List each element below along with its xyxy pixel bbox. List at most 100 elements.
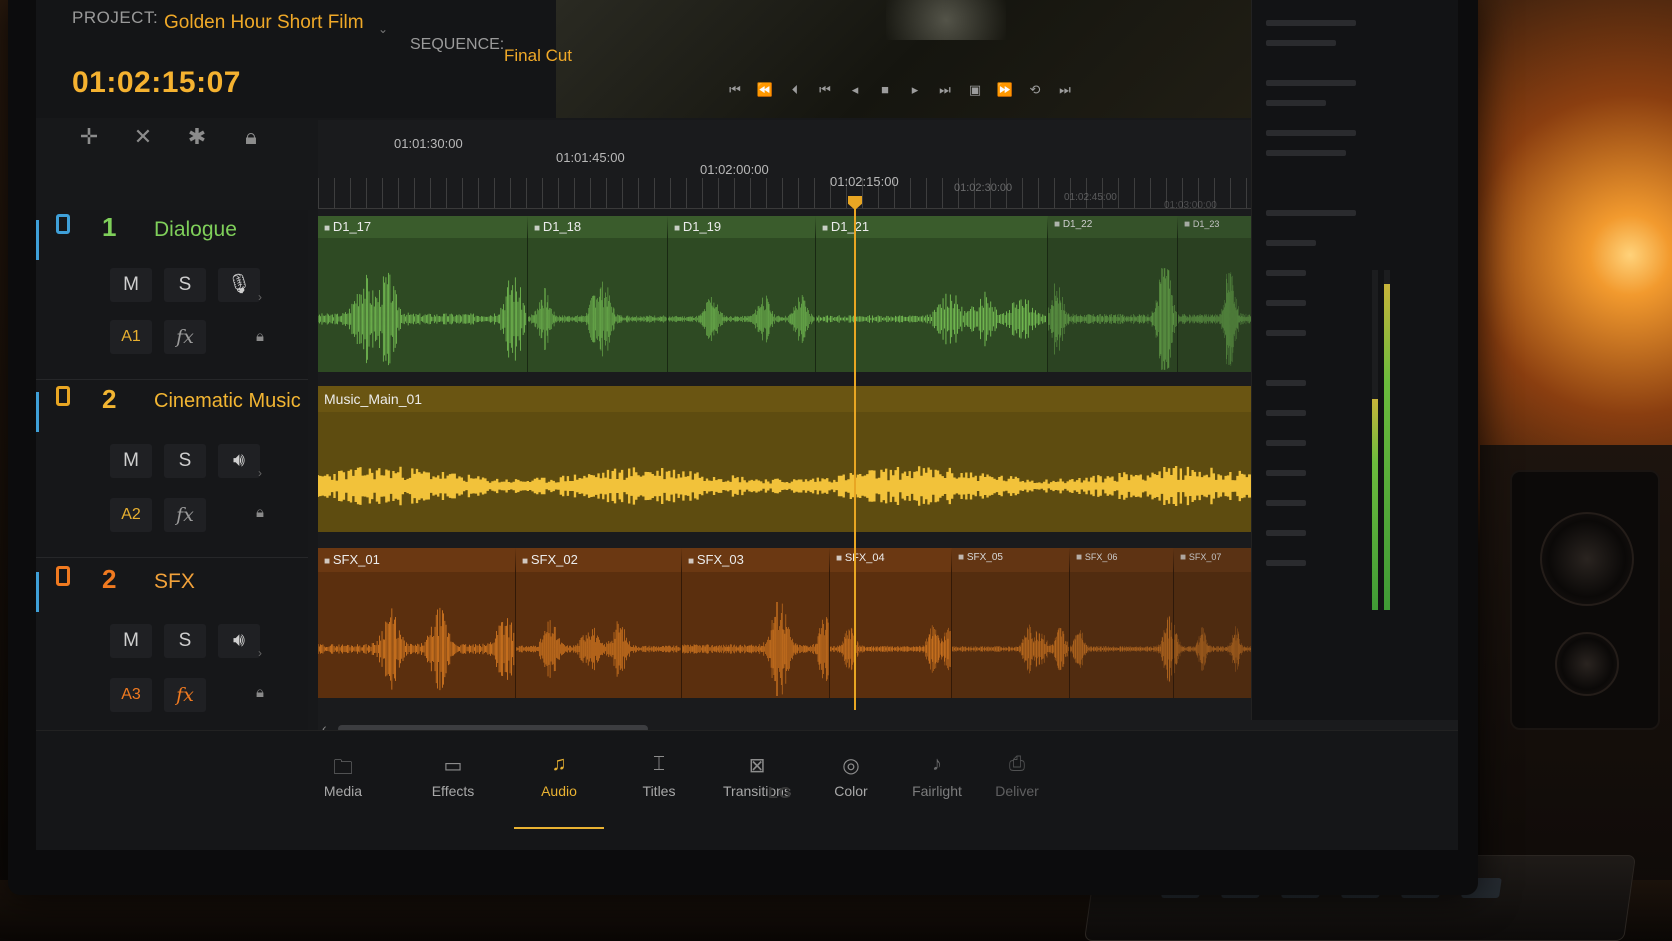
padlock-icon[interactable]: 🔒︎	[256, 328, 264, 345]
stop-icon[interactable]: ■	[876, 82, 894, 98]
audio-clip[interactable]: D1_19	[668, 216, 816, 372]
transitions-icon: ⊠	[748, 755, 766, 777]
channel-label: A1	[110, 320, 152, 354]
chevron-right-icon[interactable]: ›	[258, 290, 262, 304]
snapping-icon[interactable]: ✱	[184, 124, 210, 150]
microphone-icon[interactable]: 🎙︎	[218, 268, 260, 302]
previous-frame-icon[interactable]: ⏴	[786, 82, 804, 98]
channel-label: A3	[110, 678, 152, 712]
selection-tool-icon[interactable]: ✛	[76, 124, 102, 150]
lock-icon[interactable]: 🔒︎	[238, 124, 264, 150]
fx-button[interactable]: fx	[164, 320, 206, 354]
fx-button[interactable]: fx	[164, 498, 206, 532]
solo-button[interactable]: S	[164, 444, 206, 478]
mixer-panel	[1251, 0, 1458, 720]
clip-name: D1_22	[1054, 219, 1092, 230]
audio-clip[interactable]: SFX_06	[1070, 548, 1174, 698]
audio-clip[interactable]: SFX_01	[318, 548, 516, 698]
track-number: 2	[102, 384, 117, 414]
solo-button[interactable]: S	[164, 268, 206, 302]
tab-audio[interactable]: ♫ Audio	[514, 753, 604, 829]
sequence-label: SEQUENCE:	[410, 36, 505, 53]
ruler-label: 01:02:45:00	[1064, 192, 1117, 203]
step-back-icon[interactable]: ◂	[846, 82, 864, 98]
go-to-start-icon[interactable]: ⏮	[726, 82, 744, 98]
track-color-icon	[56, 566, 70, 586]
waveform	[1048, 268, 1177, 370]
fast-forward-icon[interactable]: ⏩	[996, 82, 1014, 98]
audio-clip[interactable]: SFX_05	[952, 548, 1070, 698]
mute-button[interactable]: M	[110, 268, 152, 302]
fx-button[interactable]: fx	[164, 678, 206, 712]
clip-name: D1_21	[822, 219, 869, 234]
track-name[interactable]: Cinematic Music	[154, 390, 301, 413]
go-to-end-icon[interactable]: ⏭	[1056, 82, 1074, 98]
studio-speaker	[1510, 470, 1660, 730]
audio-clip[interactable]: SFX_07	[1174, 548, 1262, 698]
clip-name: SFX_04	[836, 552, 885, 564]
tab-deliver[interactable]: ⎙ Deliver	[972, 753, 1062, 799]
fairlight-icon: ♪	[932, 753, 942, 775]
chevron-down-icon[interactable]: ⌄	[378, 22, 388, 36]
next-edit-icon[interactable]: ⏭	[936, 82, 954, 98]
sequence-name[interactable]: Final Cut	[504, 46, 572, 66]
audio-clip[interactable]: D1_22	[1048, 216, 1178, 372]
track-name[interactable]: Dialogue	[154, 218, 237, 242]
audio-clip[interactable]: SFX_03	[682, 548, 830, 698]
audio-clip[interactable]: D1_18	[528, 216, 668, 372]
audio-clip[interactable]: D1_17	[318, 216, 528, 372]
clip-name: SFX_06	[1076, 552, 1118, 563]
waveform	[682, 601, 829, 697]
tab-media[interactable]: 🗀︎ Media	[298, 753, 388, 799]
mute-button[interactable]: M	[110, 624, 152, 658]
loop-icon[interactable]: ⟲	[1026, 82, 1044, 98]
clip-name: D1_19	[674, 219, 721, 234]
previous-edit-icon[interactable]: ⏮	[816, 82, 834, 98]
project-label: PROJECT:	[72, 8, 159, 27]
monitor-brand-logo: LG	[768, 785, 793, 802]
track-color-bar	[36, 572, 39, 612]
folder-icon: 🗀︎	[333, 757, 353, 779]
rewind-icon[interactable]: ⏪	[756, 82, 774, 98]
tab-fairlight[interactable]: ♪ Fairlight	[892, 753, 982, 799]
playhead-line[interactable]	[854, 198, 856, 710]
blade-tool-icon[interactable]: ✕	[130, 124, 156, 150]
chevron-right-icon[interactable]: ›	[258, 466, 262, 480]
tab-color[interactable]: ◎ Color	[806, 753, 896, 799]
track-number: 2	[102, 564, 117, 594]
speaker-tweeter	[1555, 632, 1619, 696]
tab-effects[interactable]: ▭ Effects	[408, 753, 498, 799]
speaker-woofer	[1540, 512, 1634, 606]
clip-name: SFX_07	[1180, 552, 1222, 563]
audio-clip[interactable]: D1_21	[816, 216, 1048, 372]
audio-clip[interactable]: D1_23	[1178, 216, 1262, 372]
padlock-icon[interactable]: 🔒︎	[256, 684, 264, 701]
speaker-icon[interactable]: 🔊︎	[218, 624, 260, 658]
track-header-music: 2 Cinematic Music M S 🔊︎ › A2 fx 🔒︎	[36, 382, 308, 558]
editor-header: PROJECT: Golden Hour Short Film ⌄ SEQUEN…	[36, 0, 1458, 149]
level-meter-right	[1384, 270, 1390, 610]
padlock-icon[interactable]: 🔒︎	[256, 504, 264, 521]
level-meter-fill	[1384, 283, 1390, 610]
record-icon[interactable]: ▣	[966, 82, 984, 98]
waveform	[1174, 624, 1261, 674]
ruler-label: 01:01:45:00	[556, 150, 625, 165]
speaker-icon[interactable]: 🔊︎	[218, 444, 260, 478]
track-color-bar	[36, 392, 39, 432]
project-name[interactable]: Golden Hour Short Film	[164, 12, 364, 34]
track-color-icon	[56, 214, 70, 234]
page-navigation: 🗀︎ Media ▭ Effects ♫ Audio ⌶ Titles ⊠ Transit…	[36, 730, 1458, 850]
audio-clip[interactable]: SFX_02	[516, 548, 682, 698]
clip-name: SFX_02	[522, 552, 578, 567]
chevron-right-icon[interactable]: ›	[258, 646, 262, 660]
waveform	[830, 625, 951, 673]
audio-clip[interactable]: Music_Main_01	[318, 386, 1262, 532]
mute-button[interactable]: M	[110, 444, 152, 478]
tab-titles[interactable]: ⌶ Titles	[614, 753, 704, 799]
audio-clip[interactable]: SFX_04	[830, 548, 952, 698]
solo-button[interactable]: S	[164, 624, 206, 658]
play-icon[interactable]: ▸	[906, 82, 924, 98]
track-name[interactable]: SFX	[154, 570, 195, 594]
waveform	[816, 291, 1047, 347]
waveform	[516, 620, 681, 678]
